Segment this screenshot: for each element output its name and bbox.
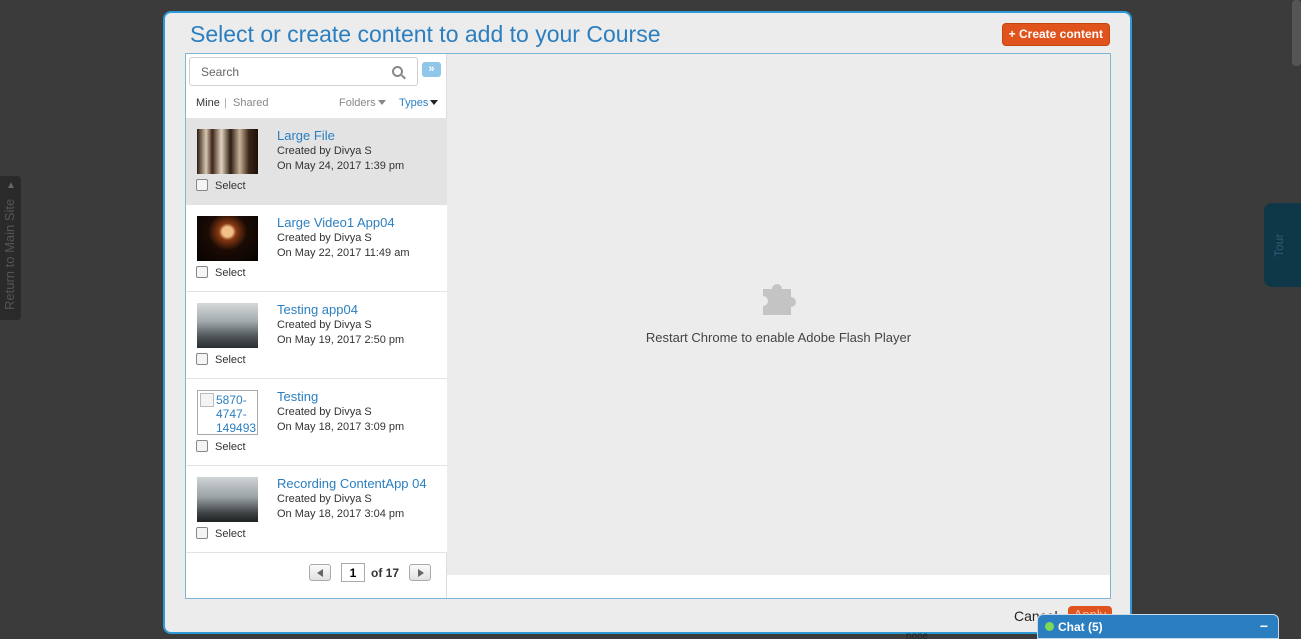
item-date: On May 24, 2017 1:39 pm: [277, 160, 405, 172]
flash-message[interactable]: Restart Chrome to enable Adobe Flash Pla…: [447, 330, 1110, 345]
list-item[interactable]: Large Video1 App04 Created by Divya S On…: [186, 205, 447, 292]
checkbox[interactable]: [196, 527, 208, 539]
tab-mine[interactable]: Mine: [196, 97, 220, 109]
broken-image-thumbnail[interactable]: 5870-4747-149493: [197, 390, 258, 435]
thumbnail-alt-text: 5870-4747-149493: [216, 393, 257, 435]
prev-page-button[interactable]: [309, 564, 331, 581]
background-text: none: [906, 631, 929, 639]
item-date: On May 19, 2017 2:50 pm: [277, 334, 405, 346]
list-item[interactable]: Testing app04 Created by Divya S On May …: [186, 292, 447, 379]
item-title[interactable]: Large File: [277, 128, 335, 143]
item-author: Created by Divya S: [277, 145, 372, 157]
folders-dropdown[interactable]: Folders: [339, 97, 386, 109]
tab-shared[interactable]: Shared: [233, 97, 268, 109]
chevron-down-icon: [377, 100, 386, 105]
filter-row: Mine | Shared Folders Types: [186, 94, 447, 116]
next-page-button[interactable]: [409, 564, 431, 581]
expand-panel-button[interactable]: »: [422, 62, 441, 77]
item-author: Created by Divya S: [277, 493, 372, 505]
create-content-button[interactable]: + Create content: [1001, 23, 1110, 46]
item-title[interactable]: Recording ContentApp 04: [277, 476, 427, 491]
checkbox[interactable]: [196, 179, 208, 191]
folders-label: Folders: [339, 97, 376, 109]
content-list-pane: » Mine | Shared Folders Types Large File…: [186, 54, 447, 598]
page-scrollbar[interactable]: [1292, 0, 1301, 66]
video-thumbnail[interactable]: [197, 303, 258, 348]
tour-tab[interactable]: Tour: [1264, 203, 1301, 287]
select-checkbox[interactable]: Select: [196, 353, 246, 366]
chevron-down-icon: [430, 100, 439, 105]
select-checkbox[interactable]: Select: [196, 179, 246, 192]
checkbox[interactable]: [196, 266, 208, 278]
item-date: On May 18, 2017 3:09 pm: [277, 421, 405, 433]
return-to-main-site-label: Return to Main Site: [2, 198, 17, 310]
search-input[interactable]: [190, 58, 385, 85]
types-dropdown[interactable]: Types: [399, 97, 439, 109]
list-item[interactable]: 5870-4747-149493 Testing Created by Divy…: [186, 379, 447, 466]
item-date: On May 22, 2017 11:49 am: [277, 247, 410, 259]
tour-label: Tour: [1272, 233, 1286, 257]
online-status-icon: [1045, 622, 1054, 631]
search-icon[interactable]: [392, 66, 403, 77]
puzzle-piece-icon[interactable]: [757, 275, 801, 319]
checkbox[interactable]: [196, 353, 208, 365]
select-checkbox[interactable]: Select: [196, 440, 246, 453]
chat-widget[interactable]: Chat (5) −: [1037, 614, 1279, 639]
select-label: Select: [215, 180, 246, 192]
content-picker-modal: Select or create content to add to your …: [163, 11, 1132, 634]
content-list: Large File Created by Divya S On May 24,…: [186, 118, 447, 553]
list-item[interactable]: Large File Created by Divya S On May 24,…: [186, 118, 447, 205]
item-date: On May 18, 2017 3:04 pm: [277, 508, 405, 520]
types-label: Types: [399, 97, 429, 109]
item-title[interactable]: Testing: [277, 389, 318, 404]
item-author: Created by Divya S: [277, 232, 372, 244]
select-label: Select: [215, 267, 246, 279]
checkbox[interactable]: [196, 440, 208, 452]
item-title[interactable]: Large Video1 App04: [277, 215, 395, 230]
select-checkbox[interactable]: Select: [196, 527, 246, 540]
item-title[interactable]: Testing app04: [277, 302, 358, 317]
broken-image-icon: [200, 393, 214, 407]
select-label: Select: [215, 528, 246, 540]
chat-label: Chat (5): [1058, 620, 1103, 634]
content-panel: » Mine | Shared Folders Types Large File…: [185, 53, 1111, 599]
video-thumbnail[interactable]: [197, 129, 258, 174]
select-label: Select: [215, 354, 246, 366]
list-item[interactable]: Recording ContentApp 04 Created by Divya…: [186, 466, 447, 553]
page-number-input[interactable]: [341, 563, 365, 582]
preview-pane: Restart Chrome to enable Adobe Flash Pla…: [447, 54, 1110, 575]
tab-separator: |: [224, 97, 227, 109]
modal-title: Select or create content to add to your …: [190, 21, 661, 47]
select-label: Select: [215, 441, 246, 453]
select-checkbox[interactable]: Select: [196, 266, 246, 279]
return-to-main-site-tab[interactable]: ▲ Return to Main Site: [0, 176, 21, 320]
search-box: [189, 57, 418, 86]
page-count: of 17: [371, 566, 400, 580]
video-thumbnail[interactable]: [197, 216, 258, 261]
pagination: of 17: [186, 554, 447, 590]
item-author: Created by Divya S: [277, 406, 372, 418]
arrow-up-icon: ▲: [6, 180, 16, 191]
video-thumbnail[interactable]: [197, 477, 258, 522]
item-author: Created by Divya S: [277, 319, 372, 331]
minimize-icon[interactable]: −: [1260, 618, 1268, 634]
